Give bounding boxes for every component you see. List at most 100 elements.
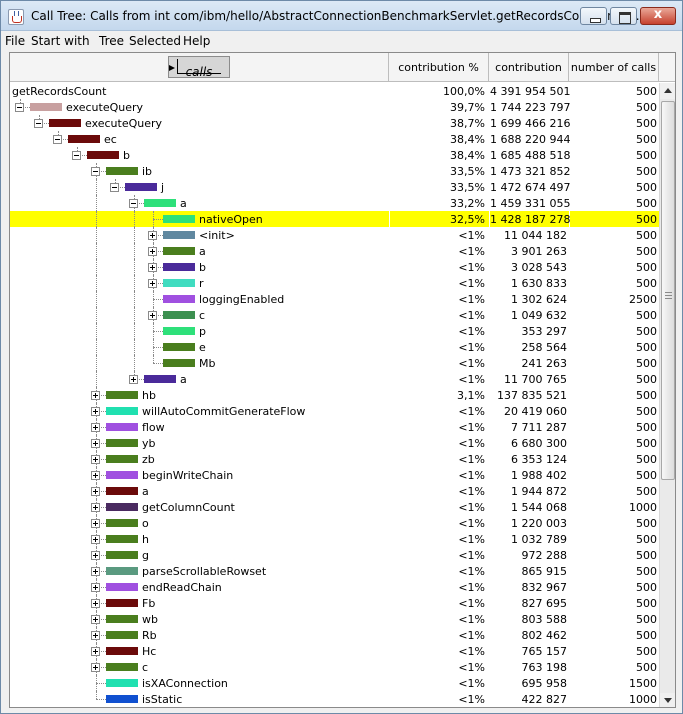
menu-help[interactable]: Help <box>183 34 210 48</box>
expand-icon[interactable] <box>91 439 100 448</box>
collapse-icon[interactable] <box>110 183 119 192</box>
table-row[interactable]: willAutoCommitGenerateFlow <1% 20 419 060 5… <box>10 403 659 419</box>
expand-icon[interactable] <box>148 311 157 320</box>
table-row[interactable]: loggingEnabled <1% 1 302 624 2500 <box>10 291 659 307</box>
vertical-scrollbar[interactable] <box>659 83 675 707</box>
table-row[interactable]: isXAConnection <1% 695 958 1500 <box>10 675 659 691</box>
calls-direction-toggle[interactable]: calls <box>168 56 230 79</box>
table-row[interactable]: wb <1% 803 588 500 <box>10 611 659 627</box>
table-row[interactable]: h <1% 1 032 789 500 <box>10 531 659 547</box>
table-row[interactable]: Hc <1% 765 157 500 <box>10 643 659 659</box>
table-row[interactable]: j 33,5% 1 472 674 497 500 <box>10 179 659 195</box>
contribution-bar-icon <box>106 407 138 415</box>
table-row[interactable]: c <1% 763 198 500 <box>10 659 659 675</box>
expand-icon[interactable] <box>91 423 100 432</box>
contribution-bar-icon <box>106 455 138 463</box>
scroll-up-button[interactable] <box>660 83 675 99</box>
expand-icon[interactable] <box>148 263 157 272</box>
scroll-thumb[interactable] <box>661 101 675 480</box>
close-button[interactable]: x <box>640 7 676 25</box>
scroll-down-button[interactable] <box>660 693 675 707</box>
table-row[interactable]: getColumnCount <1% 1 544 068 1000 <box>10 499 659 515</box>
table-row[interactable]: a <1% 11 700 765 500 <box>10 371 659 387</box>
expand-icon[interactable] <box>148 247 157 256</box>
table-row[interactable]: getRecordsCount 100,0% 4 391 954 501 500 <box>10 83 659 99</box>
expand-icon[interactable] <box>91 487 100 496</box>
title-bar[interactable]: Call Tree: Calls from int com/ibm/hello/… <box>1 1 682 31</box>
tree-guide-line <box>134 323 135 339</box>
node-label: j <box>161 181 165 194</box>
table-row[interactable]: b <1% 3 028 543 500 <box>10 259 659 275</box>
collapse-icon[interactable] <box>15 103 24 112</box>
collapse-icon[interactable] <box>34 119 43 128</box>
contribution-pct-cell: <1% <box>458 501 485 514</box>
table-row[interactable]: o <1% 1 220 003 500 <box>10 515 659 531</box>
table-row[interactable]: b 38,4% 1 685 488 518 500 <box>10 147 659 163</box>
table-row[interactable]: p <1% 353 297 500 <box>10 323 659 339</box>
expand-icon[interactable] <box>91 631 100 640</box>
table-row[interactable]: ec 38,4% 1 688 220 944 500 <box>10 131 659 147</box>
column-header-calls[interactable]: calls <box>10 53 389 82</box>
table-row[interactable]: Mb <1% 241 263 500 <box>10 355 659 371</box>
expand-icon[interactable] <box>91 391 100 400</box>
table-row[interactable]: c <1% 1 049 632 500 <box>10 307 659 323</box>
minimize-button[interactable] <box>580 7 607 25</box>
expand-icon[interactable] <box>91 663 100 672</box>
table-row[interactable]: executeQuery 39,7% 1 744 223 797 500 <box>10 99 659 115</box>
table-row[interactable]: zb <1% 6 353 124 500 <box>10 451 659 467</box>
expand-icon[interactable] <box>91 647 100 656</box>
table-row[interactable]: a <1% 3 901 263 500 <box>10 243 659 259</box>
expand-icon[interactable] <box>91 615 100 624</box>
column-separator <box>389 195 390 211</box>
collapse-icon[interactable] <box>72 151 81 160</box>
contribution-pct-cell: <1% <box>458 453 485 466</box>
menu-file[interactable]: File <box>5 34 25 48</box>
expand-icon[interactable] <box>91 471 100 480</box>
table-row[interactable]: executeQuery 38,7% 1 699 466 216 500 <box>10 115 659 131</box>
table-row[interactable]: isStatic <1% 422 827 1000 <box>10 691 659 707</box>
table-row[interactable]: e <1% 258 564 500 <box>10 339 659 355</box>
table-row[interactable]: Fb <1% 827 695 500 <box>10 595 659 611</box>
table-row[interactable]: a 33,2% 1 459 331 055 500 <box>10 195 659 211</box>
expand-icon[interactable] <box>148 231 157 240</box>
tree-guide-line <box>153 355 154 363</box>
table-row[interactable]: hb 3,1% 137 835 521 500 <box>10 387 659 403</box>
table-row[interactable]: r <1% 1 630 833 500 <box>10 275 659 291</box>
expand-icon[interactable] <box>148 279 157 288</box>
table-row[interactable]: Rb <1% 802 462 500 <box>10 627 659 643</box>
expand-icon[interactable] <box>91 599 100 608</box>
collapse-icon[interactable] <box>53 135 62 144</box>
expand-icon[interactable] <box>129 375 138 384</box>
collapse-icon[interactable] <box>129 199 138 208</box>
close-icon: x <box>653 7 663 22</box>
expand-icon[interactable] <box>91 519 100 528</box>
expand-icon[interactable] <box>91 407 100 416</box>
table-row[interactable]: a <1% 1 944 872 500 <box>10 483 659 499</box>
menu-selected[interactable]: Selected <box>129 34 181 48</box>
table-row[interactable]: parseScrollableRowset <1% 865 915 500 <box>10 563 659 579</box>
expand-icon[interactable] <box>91 455 100 464</box>
collapse-icon[interactable] <box>91 167 100 176</box>
node-label: yb <box>142 437 156 450</box>
expand-icon[interactable] <box>91 567 100 576</box>
table-row[interactable]: nativeOpen 32,5% 1 428 187 278 500 <box>10 211 659 227</box>
expand-icon[interactable] <box>91 551 100 560</box>
table-row[interactable]: beginWriteChain <1% 1 988 402 500 <box>10 467 659 483</box>
menu-start-with[interactable]: Start with <box>31 34 90 48</box>
expand-icon[interactable] <box>91 535 100 544</box>
table-row[interactable]: ib 33,5% 1 473 321 852 500 <box>10 163 659 179</box>
contribution-cell: 1 220 003 <box>511 517 567 530</box>
table-row[interactable]: endReadChain <1% 832 967 500 <box>10 579 659 595</box>
table-row[interactable]: yb <1% 6 680 300 500 <box>10 435 659 451</box>
expand-icon[interactable] <box>91 583 100 592</box>
column-header-contribution[interactable]: contribution <box>489 53 569 82</box>
menu-tree[interactable]: Tree <box>99 34 124 48</box>
maximize-button[interactable] <box>610 7 637 25</box>
table-row[interactable]: g <1% 972 288 500 <box>10 547 659 563</box>
table-row[interactable]: <init> <1% 11 044 182 500 <box>10 227 659 243</box>
expand-icon[interactable] <box>91 503 100 512</box>
column-separator <box>389 435 390 451</box>
column-header-contribution-pct[interactable]: contribution % <box>389 53 489 82</box>
table-row[interactable]: flow <1% 7 711 287 500 <box>10 419 659 435</box>
column-header-number-of-calls[interactable]: number of calls <box>569 53 659 82</box>
